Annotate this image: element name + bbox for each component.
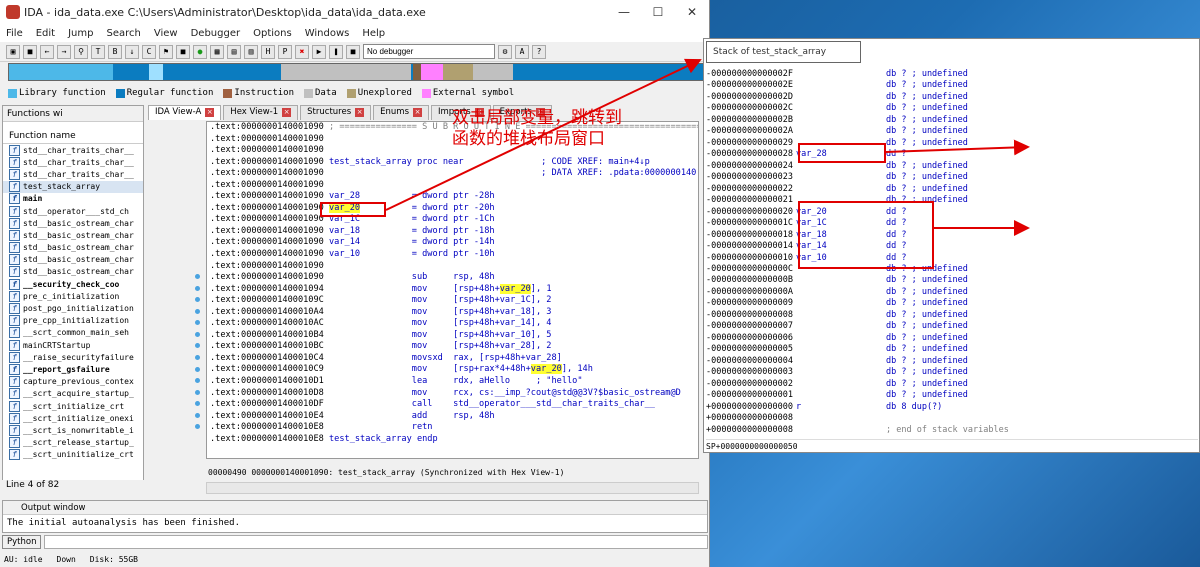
- annotation-arrows: [385, 58, 1030, 236]
- annotation-array-2: int nArr[5]: [1040, 232, 1118, 250]
- annotation-local-n: 局部变量n: [1040, 137, 1110, 155]
- annotation-array-4: 数组的首地址: [1040, 278, 1131, 296]
- annotation-array-3: 其中var_20为: [1040, 255, 1136, 273]
- annotation-double-click: 双击局部变量，跳转到: [452, 108, 622, 128]
- annotation-stack-window: 函数的堆栈布局窗口: [452, 129, 605, 149]
- arrow-local-n: [885, 139, 1030, 156]
- annotation-array-1: 局部变量数组: [1040, 209, 1131, 227]
